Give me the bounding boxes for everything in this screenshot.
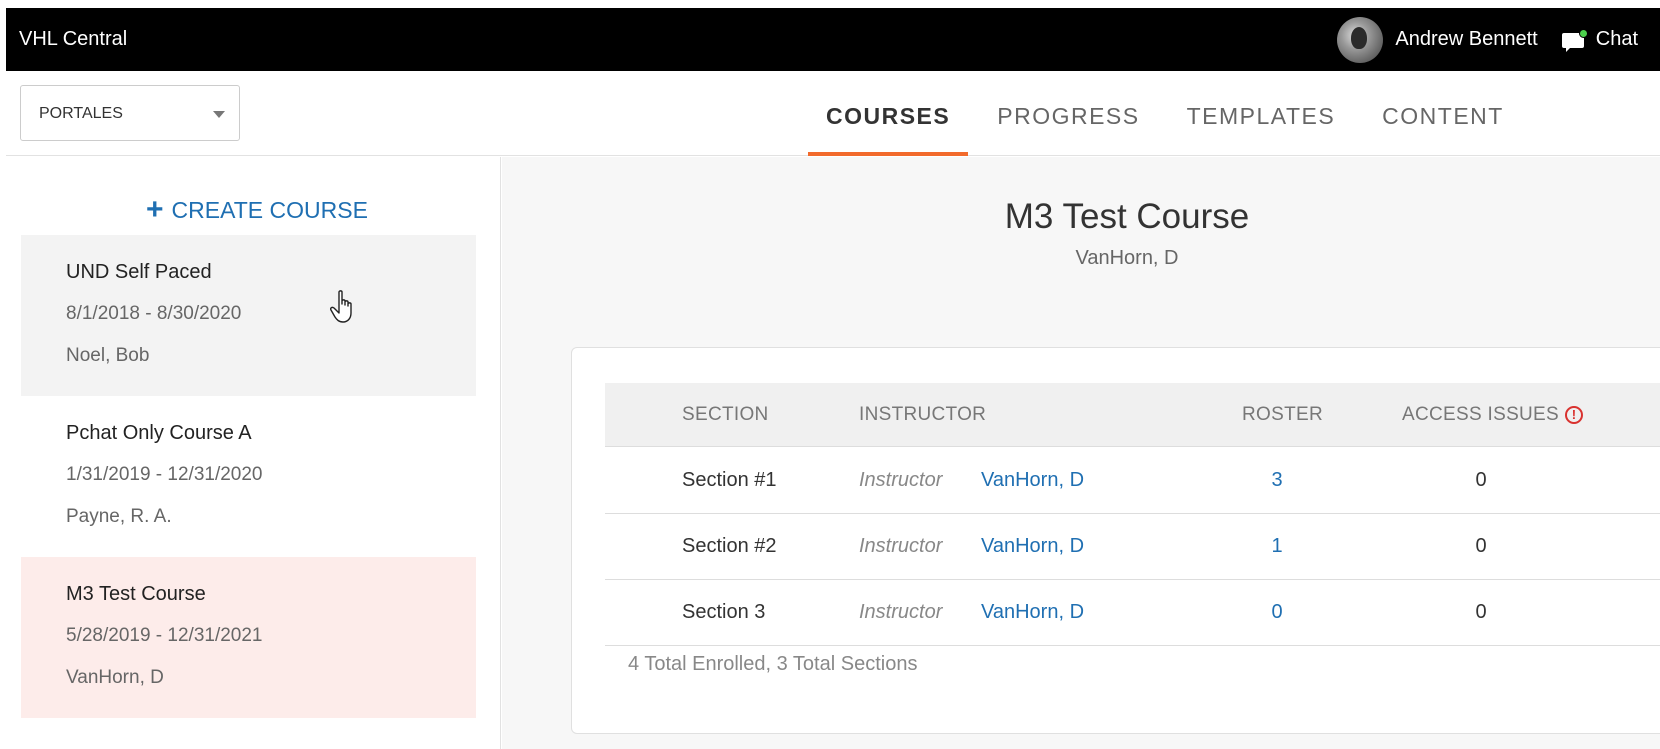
instructor-role: Instructor: [859, 601, 943, 623]
tab-content[interactable]: CONTENT: [1364, 71, 1522, 156]
instructor-link[interactable]: VanHorn, D: [981, 514, 1084, 578]
course-dates: 1/31/2019 - 12/31/2020: [66, 464, 263, 485]
chat-label: Chat: [1595, 28, 1638, 50]
course-instructor: Payne, R. A.: [66, 506, 172, 527]
course-dates: 5/28/2019 - 12/31/2021: [66, 625, 263, 646]
alert-icon[interactable]: !: [1565, 405, 1584, 424]
instructor-role: Instructor: [859, 469, 943, 491]
table-row: Section 3 Instructor VanHorn, D 0 0: [605, 580, 1660, 646]
course-title: M3 Test Course: [1004, 197, 1250, 236]
tab-templates[interactable]: TEMPLATES: [1169, 71, 1354, 156]
table-row: Section #1 Instructor VanHorn, D 3 0: [605, 448, 1660, 514]
course-name: M3 Test Course: [66, 583, 206, 605]
create-course-label: CREATE COURSE: [171, 196, 368, 223]
sub-header: PORTALES COURSES PROGRESS TEMPLATES CONT…: [6, 71, 1660, 156]
section-name: Section #1: [682, 469, 777, 491]
section-name: Section 3: [682, 601, 766, 623]
header-access-label: ACCESS ISSUES: [1402, 404, 1560, 425]
access-issues-count: 0: [1475, 469, 1487, 491]
access-issues-count: 0: [1475, 601, 1487, 623]
course-instructor: VanHorn, D: [66, 667, 164, 688]
instructor-role: Instructor: [859, 535, 943, 557]
tab-courses[interactable]: COURSES: [808, 71, 969, 156]
roster-link[interactable]: 0: [1247, 580, 1307, 644]
section-name: Section #2: [682, 535, 777, 557]
course-name: Pchat Only Course A: [66, 422, 252, 444]
user-avatar-icon[interactable]: [1337, 16, 1384, 63]
course-instructor-subtitle: VanHorn, D: [1075, 247, 1179, 269]
header-section[interactable]: SECTION: [682, 383, 769, 447]
user-name[interactable]: Andrew Bennett: [1395, 28, 1537, 51]
course-item[interactable]: UND Self Paced 8/1/2018 - 8/30/2020 Noel…: [21, 235, 476, 396]
main-tabs: COURSES PROGRESS TEMPLATES CONTENT: [808, 71, 1533, 156]
course-instructor: Noel, Bob: [66, 345, 150, 366]
header-roster[interactable]: ROSTER: [1242, 383, 1323, 447]
roster-link[interactable]: 3: [1247, 448, 1307, 512]
table-header: SECTION INSTRUCTOR ROSTER ACCESS ISSUES!: [605, 383, 1660, 447]
instructor-link[interactable]: VanHorn, D: [981, 448, 1084, 512]
app-title[interactable]: VHL Central: [19, 8, 127, 71]
access-issues-count: 0: [1475, 535, 1487, 557]
create-course-button[interactable]: + CREATE COURSE: [146, 195, 368, 225]
program-select[interactable]: PORTALES: [20, 85, 240, 141]
program-select-value: PORTALES: [39, 105, 123, 122]
user-area: Andrew Bennett Chat: [1337, 8, 1660, 71]
header-access-issues[interactable]: ACCESS ISSUES!: [1402, 383, 1584, 447]
table-row: Section #2 Instructor VanHorn, D 1 0: [605, 514, 1660, 580]
plus-icon: +: [146, 193, 164, 226]
sections-card: SECTION INSTRUCTOR ROSTER ACCESS ISSUES!…: [571, 347, 1660, 734]
enrollment-summary: 4 Total Enrolled, 3 Total Sections: [628, 653, 918, 675]
course-dates: 8/1/2018 - 8/30/2020: [66, 303, 242, 324]
course-name: UND Self Paced: [66, 261, 212, 283]
instructor-link[interactable]: VanHorn, D: [981, 580, 1084, 644]
course-item[interactable]: Pchat Only Course A 1/31/2019 - 12/31/20…: [21, 396, 476, 557]
chevron-down-icon: [213, 111, 225, 118]
chat-button[interactable]: Chat: [1561, 28, 1638, 52]
roster-link[interactable]: 1: [1247, 514, 1307, 578]
chat-bubble-icon: [1561, 28, 1588, 52]
course-item-selected[interactable]: M3 Test Course 5/28/2019 - 12/31/2021 Va…: [21, 557, 476, 718]
hand-cursor-icon: [330, 290, 352, 323]
header-instructor[interactable]: INSTRUCTOR: [859, 383, 986, 447]
top-bar: VHL Central Andrew Bennett Chat: [6, 8, 1660, 71]
course-sidebar: + CREATE COURSE UND Self Paced 8/1/2018 …: [6, 157, 501, 749]
tab-progress[interactable]: PROGRESS: [979, 71, 1157, 156]
course-detail: M3 Test Course VanHorn, D SECTION INSTRU…: [502, 157, 1660, 749]
